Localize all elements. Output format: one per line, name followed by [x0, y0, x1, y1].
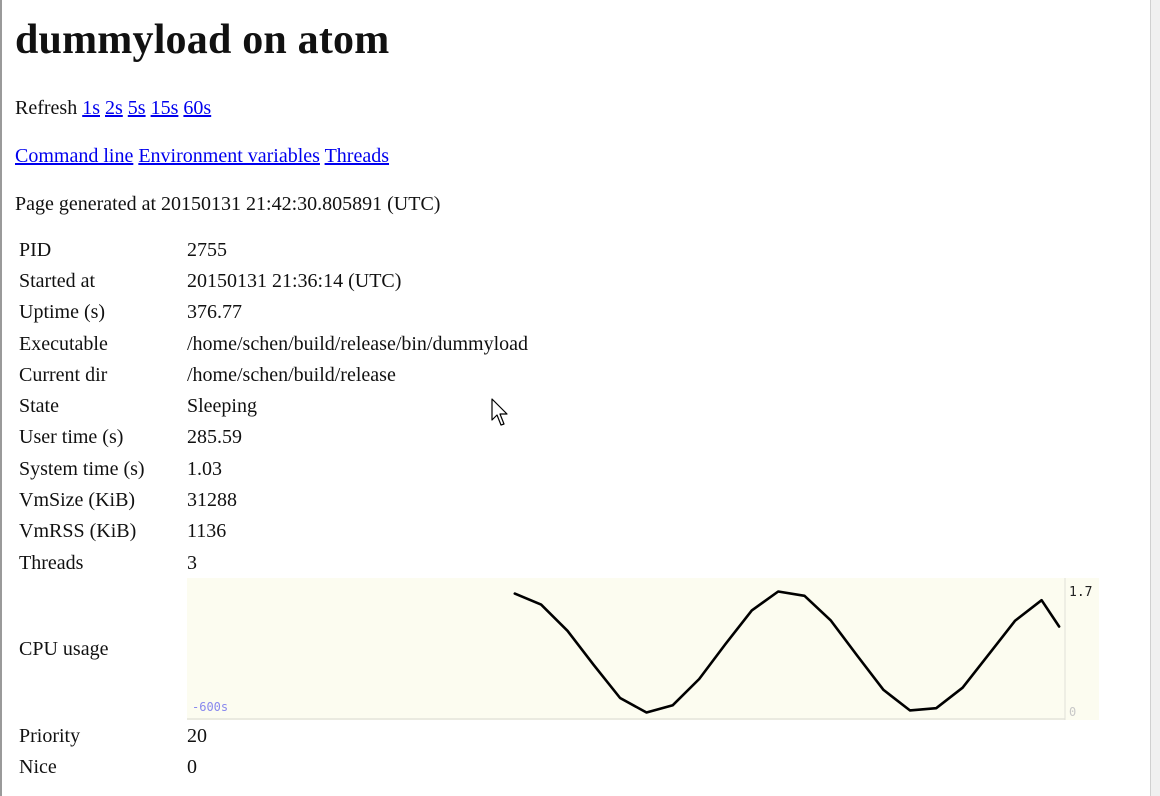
row-key-started-at: Started at — [19, 269, 96, 292]
table-row: VmSize (KiB) 31288 — [15, 484, 1103, 515]
row-value-nice: 0 — [187, 756, 197, 779]
row-value-state: Sleeping — [187, 395, 257, 418]
cpu-chart-background — [187, 578, 1099, 721]
y-min-tick-label: 0 — [1069, 705, 1076, 719]
row-value-system-time: 1.03 — [187, 457, 222, 480]
table-row: User time (s) 285.59 — [15, 422, 1103, 453]
row-key-user-time: User time (s) — [19, 426, 124, 449]
page-generated-text: Page generated at 20150131 21:42:30.8058… — [15, 193, 441, 215]
command-line-link[interactable]: Command line — [15, 145, 133, 167]
refresh-15s-link[interactable]: 15s — [151, 97, 179, 119]
row-value-executable: /home/schen/build/release/bin/dummyload — [187, 332, 529, 355]
table-row-cpu: CPU usage -600s 1.7 0 — [15, 578, 1103, 721]
table-row: Uptime (s) 376.77 — [15, 297, 1103, 328]
table-row: Executable /home/schen/build/release/bin… — [15, 328, 1103, 359]
row-key-threads: Threads — [19, 551, 84, 574]
threads-link[interactable]: Threads — [325, 145, 389, 167]
cpu-chart-svg: -600s 1.7 0 — [187, 578, 1099, 721]
row-value-current-dir: /home/schen/build/release — [187, 363, 396, 386]
row-key-cpu-usage: CPU usage — [19, 638, 109, 661]
process-info-table: PID 2755 Started at 20150131 21:36:14 (U… — [15, 234, 1103, 783]
row-value-priority: 20 — [187, 724, 207, 747]
row-key-nice: Nice — [19, 756, 57, 779]
page-content: dummyload on atom Refresh 1s 2s 5s 15s 6… — [15, 0, 1135, 783]
row-value-pid: 2755 — [187, 238, 227, 261]
row-value-vmrss: 1136 — [187, 520, 227, 543]
refresh-bar: Refresh 1s 2s 5s 15s 60s — [15, 96, 1135, 120]
refresh-2s-link[interactable]: 2s — [105, 97, 123, 119]
page-title: dummyload on atom — [15, 17, 390, 63]
cpu-chart: -600s 1.7 0 — [187, 578, 1099, 721]
table-row: Priority 20 — [15, 720, 1103, 751]
table-row: Started at 20150131 21:36:14 (UTC) — [15, 265, 1103, 296]
table-row: PID 2755 — [15, 234, 1103, 265]
y-max-tick-label: 1.7 — [1069, 585, 1092, 600]
refresh-1s-link[interactable]: 1s — [82, 97, 100, 119]
refresh-60s-link[interactable]: 60s — [183, 97, 211, 119]
row-key-priority: Priority — [19, 724, 81, 747]
row-key-state: State — [19, 395, 59, 418]
row-value-vmsize: 31288 — [187, 489, 237, 512]
table-row: System time (s) 1.03 — [15, 453, 1103, 484]
mouse-pointer-icon — [491, 398, 508, 426]
vertical-scrollbar[interactable] — [1150, 0, 1160, 796]
row-key-uptime: Uptime (s) — [19, 301, 106, 324]
row-value-started-at: 20150131 21:36:14 (UTC) — [187, 269, 402, 292]
row-key-current-dir: Current dir — [19, 363, 108, 386]
table-row: Current dir /home/schen/build/release — [15, 359, 1103, 390]
row-key-system-time: System time (s) — [19, 457, 145, 480]
row-value-uptime: 376.77 — [187, 301, 242, 324]
row-key-vmrss: VmRSS (KiB) — [19, 520, 137, 543]
refresh-label: Refresh — [15, 97, 78, 119]
table-row: Nice 0 — [15, 752, 1103, 783]
row-key-pid: PID — [19, 238, 52, 261]
row-value-threads: 3 — [187, 551, 197, 574]
row-key-vmsize: VmSize (KiB) — [19, 489, 136, 512]
table-row: VmRSS (KiB) 1136 — [15, 516, 1103, 547]
row-key-executable: Executable — [19, 332, 108, 355]
nav-links: Command line Environment variables Threa… — [15, 144, 1135, 168]
table-row: State Sleeping — [15, 390, 1103, 421]
table-row: Threads 3 — [15, 547, 1103, 578]
x-start-tick-label: -600s — [192, 700, 228, 714]
window-left-border — [0, 0, 2, 796]
row-value-user-time: 285.59 — [187, 426, 242, 449]
row-value-cpu-usage: -600s 1.7 0 — [183, 578, 1103, 721]
refresh-5s-link[interactable]: 5s — [128, 97, 146, 119]
environment-variables-link[interactable]: Environment variables — [138, 145, 320, 167]
